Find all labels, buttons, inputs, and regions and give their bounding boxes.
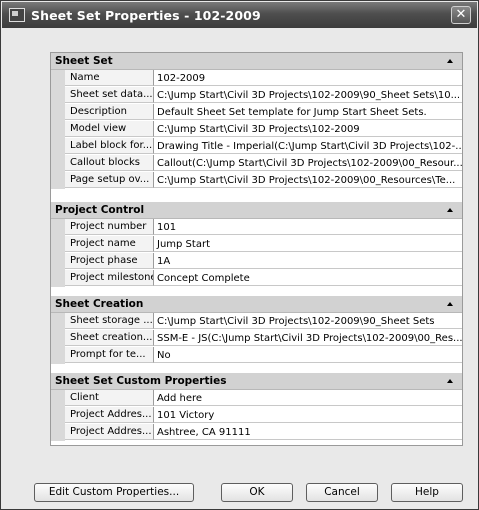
property-value[interactable]: 101 Victory [154, 407, 462, 423]
property-value[interactable]: 1A [154, 253, 462, 269]
property-name: Project milestone [65, 270, 154, 286]
property-name: Name [65, 70, 154, 86]
property-row[interactable]: Project Addres... Ashtree, CA 91111 [51, 424, 462, 441]
property-name: Project Addres... [65, 424, 154, 440]
property-value[interactable]: 101 [154, 219, 462, 235]
property-row[interactable]: Sheet storage ... C:\Jump Start\Civil 3D… [51, 313, 462, 330]
property-row[interactable]: Project name Jump Start [51, 236, 462, 253]
property-row[interactable]: Sheet creation... SSM-E - JS(C:\Jump Sta… [51, 330, 462, 347]
property-name: Project Addres... [65, 407, 154, 423]
property-value[interactable]: C:\Jump Start\Civil 3D Projects\102-2009… [154, 313, 462, 329]
property-name: Callout blocks [65, 155, 154, 171]
property-row[interactable]: Page setup ov... C:\Jump Start\Civil 3D … [51, 172, 462, 189]
property-value[interactable]: Callout(C:\Jump Start\Civil 3D Projects\… [154, 155, 462, 171]
edit-custom-properties-button[interactable]: Edit Custom Properties... [34, 483, 194, 502]
property-row[interactable]: Project phase 1A [51, 253, 462, 270]
collapse-arrow-icon[interactable] [447, 59, 453, 63]
property-row[interactable]: Project Addres... 101 Victory [51, 407, 462, 424]
property-row[interactable]: Prompt for te... No [51, 347, 462, 364]
property-name: Sheet storage ... [65, 313, 154, 329]
property-value[interactable]: No [154, 347, 462, 363]
category-label: Sheet Creation [55, 298, 144, 310]
help-button[interactable]: Help [391, 483, 463, 502]
property-name: Project number [65, 219, 154, 235]
category-label: Sheet Set Custom Properties [55, 375, 227, 387]
property-value[interactable]: Drawing Title - Imperial(C:\Jump Start\C… [154, 138, 462, 154]
property-value[interactable]: C:\Jump Start\Civil 3D Projects\102-2009 [154, 121, 462, 137]
category-label: Project Control [55, 204, 145, 216]
title-bar[interactable]: Sheet Set Properties - 102-2009 ✕ [2, 2, 477, 28]
property-name: Description [65, 104, 154, 120]
property-row[interactable]: Label block for... Drawing Title - Imper… [51, 138, 462, 155]
property-value[interactable]: Add here [154, 390, 462, 406]
cancel-button[interactable]: Cancel [306, 483, 378, 502]
category-sheet-set[interactable]: Sheet Set [51, 53, 462, 70]
property-grid: Sheet Set Name 102-2009 Sheet set data..… [50, 52, 463, 446]
property-name: Project phase [65, 253, 154, 269]
category-sheet-creation[interactable]: Sheet Creation [51, 296, 462, 313]
category-project-control[interactable]: Project Control [51, 202, 462, 219]
property-value[interactable]: Jump Start [154, 236, 462, 252]
property-row[interactable]: Project number 101 [51, 219, 462, 236]
collapse-arrow-icon[interactable] [447, 302, 453, 306]
ok-button[interactable]: OK [221, 483, 293, 502]
category-label: Sheet Set [55, 55, 113, 67]
property-value[interactable]: SSM-E - JS(C:\Jump Start\Civil 3D Projec… [154, 330, 462, 346]
property-name: Page setup ov... [65, 172, 154, 188]
property-row[interactable]: Description Default Sheet Set template f… [51, 104, 462, 121]
property-value[interactable]: Concept Complete [154, 270, 462, 286]
property-value[interactable]: Default Sheet Set template for Jump Star… [154, 104, 462, 120]
window-title: Sheet Set Properties - 102-2009 [31, 7, 261, 23]
property-name: Model view [65, 121, 154, 137]
sheet-set-icon [9, 8, 25, 22]
property-name: Sheet set data... [65, 87, 154, 103]
property-row[interactable]: Sheet set data... C:\Jump Start\Civil 3D… [51, 87, 462, 104]
category-custom-properties[interactable]: Sheet Set Custom Properties [51, 373, 462, 390]
property-value[interactable]: C:\Jump Start\Civil 3D Projects\102-2009… [154, 87, 462, 103]
sheet-set-properties-dialog: Sheet Set Properties - 102-2009 ✕ Sheet … [0, 0, 479, 510]
property-row[interactable]: Project milestone Concept Complete [51, 270, 462, 287]
property-name: Project name [65, 236, 154, 252]
collapse-arrow-icon[interactable] [447, 379, 453, 383]
property-name: Sheet creation... [65, 330, 154, 346]
property-value[interactable]: C:\Jump Start\Civil 3D Projects\102-2009… [154, 172, 462, 188]
property-name: Client [65, 390, 154, 406]
property-row[interactable]: Client Add here [51, 390, 462, 407]
property-name: Label block for... [65, 138, 154, 154]
property-name: Prompt for te... [65, 347, 154, 363]
collapse-arrow-icon[interactable] [447, 208, 453, 212]
close-icon[interactable]: ✕ [451, 6, 471, 24]
property-value[interactable]: Ashtree, CA 91111 [154, 424, 462, 440]
property-row[interactable]: Name 102-2009 [51, 70, 462, 87]
property-row[interactable]: Model view C:\Jump Start\Civil 3D Projec… [51, 121, 462, 138]
property-value[interactable]: 102-2009 [154, 70, 462, 86]
property-row[interactable]: Callout blocks Callout(C:\Jump Start\Civ… [51, 155, 462, 172]
